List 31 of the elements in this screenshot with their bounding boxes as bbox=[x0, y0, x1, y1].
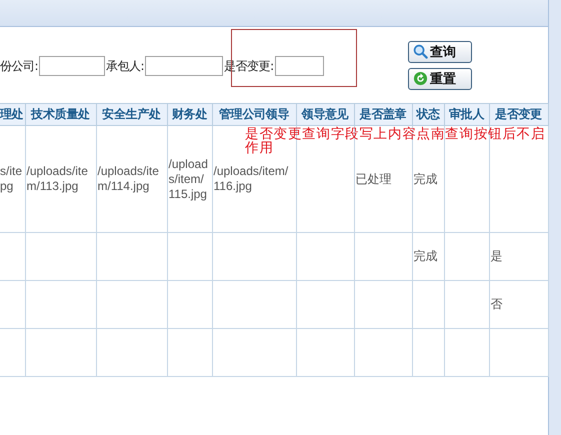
column-header: 财务处 bbox=[167, 104, 212, 126]
column-header: 理处 bbox=[0, 104, 25, 126]
scrollbar[interactable] bbox=[548, 0, 561, 435]
annotation-text: 是否变更查询字段写上内容点南查询按钮后不启作用 bbox=[245, 127, 546, 155]
table-cell: /uploads/item/116.jpg bbox=[214, 164, 288, 193]
table-cell: 已处理 bbox=[356, 172, 392, 186]
table-cell: /uploads/item/115.jpg bbox=[168, 156, 208, 200]
refresh-icon bbox=[413, 71, 428, 86]
column-header: 领导意见 bbox=[296, 104, 354, 126]
column-header: 是否变更 bbox=[489, 104, 548, 126]
field-label: 份公司: bbox=[0, 58, 38, 74]
table-cell: 完成 bbox=[414, 249, 438, 263]
table-cell: /uploads/item/113.jpg bbox=[26, 164, 88, 193]
column-header: 管理公司领导 bbox=[212, 104, 296, 126]
table-cell: s/ite pg bbox=[0, 164, 22, 193]
input-field[interactable] bbox=[145, 56, 224, 76]
column-header: 是否盖章 bbox=[354, 104, 412, 126]
search-button[interactable]: 查询 bbox=[408, 40, 472, 62]
column-header: 状态 bbox=[412, 104, 444, 126]
column-header: 技术质量处 bbox=[25, 104, 96, 126]
table-cell: 是 bbox=[490, 249, 502, 263]
table-cell: 完成 bbox=[414, 172, 438, 186]
input-field[interactable] bbox=[274, 56, 324, 76]
search-icon bbox=[413, 44, 428, 59]
field-label: 承包人: bbox=[106, 58, 144, 74]
reset-button[interactable]: 重置 bbox=[408, 68, 472, 90]
column-header: 安全生产处 bbox=[96, 104, 167, 126]
input-field[interactable] bbox=[39, 56, 106, 76]
table-cell: 否 bbox=[490, 297, 502, 311]
column-header: 审批人 bbox=[444, 104, 489, 126]
table-cell: /uploads/item/114.jpg bbox=[98, 164, 159, 193]
